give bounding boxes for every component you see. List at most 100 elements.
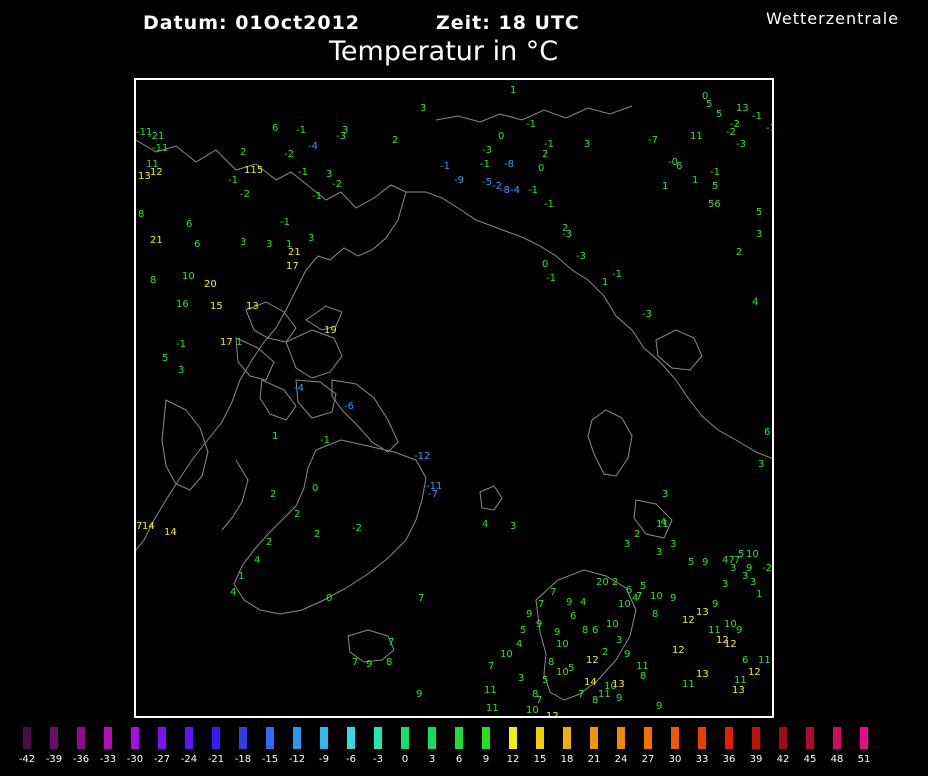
station-temperature-label: 10 [500, 649, 513, 660]
legend-label: -39 [45, 754, 63, 765]
station-temperature-label: 11 [758, 655, 771, 666]
station-temperature-label: -3 [576, 251, 586, 262]
station-temperature-label: 2 [294, 509, 301, 520]
station-temperature-label: 12 [724, 639, 737, 650]
station-temperature-label: -2 [352, 523, 362, 534]
color-legend: -42 -39 -36 -33 -30 -27 -24 -21 -18 -15 -12 -9 -6 -3 0… [0, 722, 928, 776]
station-temperature-label: 5 [568, 663, 575, 674]
station-temperature-label: 3 [240, 237, 247, 248]
legend-swatch [185, 727, 193, 749]
station-temperature-label: 8 [652, 609, 659, 620]
station-temperature-label: -1 [544, 199, 554, 210]
station-temperature-label: 2 [392, 135, 399, 146]
coastline-labrador [221, 459, 249, 531]
station-temperature-label: 0 [312, 483, 319, 494]
station-temperature-label: 21 [288, 247, 301, 258]
legend-swatch [509, 727, 517, 749]
station-temperature-label: -1 [312, 191, 322, 202]
station-temperature-label: -2 [332, 179, 342, 190]
station-temperature-label: 3 [670, 539, 677, 550]
station-temperature-label: 13 [696, 607, 709, 618]
station-temperature-label: 10 [650, 591, 663, 602]
station-temperature-label: 11 [690, 131, 703, 142]
station-temperature-label: 6 [592, 625, 599, 636]
legend-label: -42 [18, 754, 36, 765]
station-temperature-label: 8 [640, 671, 647, 682]
legend-swatch [293, 727, 301, 749]
legend-swatch [50, 727, 58, 749]
legend-label: 45 [803, 754, 817, 765]
station-temperature-label: -1 [320, 435, 330, 446]
time-label: Zeit: 18 UTC [436, 12, 580, 34]
station-temperature-label: 6 [272, 123, 279, 134]
station-temperature-label: 8 [548, 657, 555, 668]
station-temperature-label: 17 [220, 337, 233, 348]
station-temperature-label: 16 [176, 299, 189, 310]
station-temperature-label: -8 [504, 159, 514, 170]
legend-swatch [239, 727, 247, 749]
station-temperature-label: -3 [642, 309, 652, 320]
station-temperature-label: 3 [518, 673, 525, 684]
station-temperature-label: 12 [682, 615, 695, 626]
coastline-baffin [331, 379, 399, 453]
coastline-greenland [233, 439, 427, 615]
station-temperature-label: -7 [648, 135, 658, 146]
legend-label: -27 [153, 754, 171, 765]
station-temperature-label: 3 [420, 103, 427, 114]
legend-label: 12 [506, 754, 520, 765]
station-temperature-label: 2 [612, 577, 619, 588]
station-temperature-label: 9 [366, 659, 373, 670]
legend-label: -12 [288, 754, 306, 765]
legend-swatch [482, 727, 490, 749]
legend-swatch [725, 727, 733, 749]
station-temperature-label: 1 [662, 181, 669, 192]
station-temperature-label: -2 [762, 563, 772, 574]
station-temperature-label: 3 [742, 571, 749, 582]
station-temperature-label: 13 [732, 685, 745, 696]
legend-label: 39 [749, 754, 763, 765]
station-temperature-label: -1 [766, 123, 772, 134]
legend-swatch [266, 727, 274, 749]
legend-label: -3 [373, 754, 383, 765]
station-temperature-label: 11 [484, 685, 497, 696]
station-temperature-label: 9 [566, 597, 573, 608]
legend-swatch [860, 727, 868, 749]
station-temperature-label: -1 [176, 339, 186, 350]
station-temperature-label: 5 [162, 353, 169, 364]
station-temperature-label: 1 [692, 175, 699, 186]
station-temperature-label: 0 [326, 593, 333, 604]
station-temperature-label: 13 [612, 679, 625, 690]
station-temperature-label: 15 [210, 301, 223, 312]
station-temperature-label: 8 [138, 209, 145, 220]
legend-label: 0 [401, 754, 409, 765]
station-temperature-label: 3 [342, 125, 349, 136]
station-temperature-label: 3 [756, 229, 763, 240]
station-temperature-label: 10 [618, 599, 631, 610]
station-temperature-label: 10 [606, 619, 619, 630]
station-temperature-label: 13 [246, 301, 259, 312]
station-temperature-label: 7 [352, 657, 359, 668]
station-temperature-label: -2 [240, 189, 250, 200]
legend-swatch [671, 727, 679, 749]
legend-swatch [455, 727, 463, 749]
station-temperature-label: -1 [752, 111, 762, 122]
brand-logo: Wetterzentrale [766, 9, 900, 28]
station-temperature-label: 7 [636, 591, 643, 602]
station-temperature-label: -12 [414, 451, 431, 462]
legend-swatch [428, 727, 436, 749]
station-temperature-label: 13 [696, 669, 709, 680]
station-temperature-label: 6 [186, 219, 193, 230]
legend-label: 42 [776, 754, 790, 765]
map-title: Temperatur in °C [329, 36, 559, 67]
station-temperature-label: 5 [756, 207, 763, 218]
coastline-novaya-zemlya [587, 409, 633, 477]
station-temperature-label: -1 [228, 175, 238, 186]
legend-swatch [752, 727, 760, 749]
legend-label: -6 [346, 754, 356, 765]
station-temperature-label: 1 [602, 277, 609, 288]
station-temperature-label: 13 [138, 171, 151, 182]
station-temperature-label: 3 [326, 169, 333, 180]
station-temperature-label: 14 [142, 521, 155, 532]
station-temperature-label: 19 [324, 325, 337, 336]
station-temperature-label: -3 [562, 229, 572, 240]
